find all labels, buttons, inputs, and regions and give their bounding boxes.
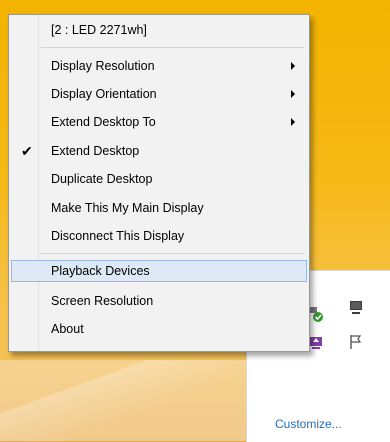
wallpaper-stripe bbox=[0, 360, 260, 441]
menu-item-label: About bbox=[51, 322, 84, 336]
menu-item-playback-devices[interactable]: Playback Devices bbox=[11, 260, 307, 282]
menu-item-label: Make This My Main Display bbox=[51, 201, 204, 215]
menu-item-screen-resolution[interactable]: Screen Resolution bbox=[11, 290, 307, 312]
menu-item-extend-desktop[interactable]: ✔ Extend Desktop bbox=[11, 140, 307, 162]
menu-item-disconnect-display[interactable]: Disconnect This Display bbox=[11, 225, 307, 247]
flag-icon[interactable] bbox=[347, 333, 365, 351]
menu-item-make-main-display[interactable]: Make This My Main Display bbox=[11, 197, 307, 219]
menu-item-display-resolution[interactable]: Display Resolution bbox=[11, 55, 307, 77]
customize-link[interactable]: Customize... bbox=[275, 417, 342, 431]
menu-item-label: Extend Desktop To bbox=[51, 115, 156, 129]
checkmark-icon: ✔ bbox=[21, 143, 33, 159]
menu-item-duplicate-desktop[interactable]: Duplicate Desktop bbox=[11, 168, 307, 190]
display-icon[interactable] bbox=[347, 299, 365, 317]
menu-item-about[interactable]: About bbox=[11, 318, 307, 340]
context-menu: [2 : LED 2271wh] Display Resolution Disp… bbox=[8, 14, 310, 352]
menu-item-label: Extend Desktop bbox=[51, 144, 140, 158]
menu-item-label: Playback Devices bbox=[51, 264, 150, 278]
submenu-arrow-icon bbox=[291, 118, 295, 126]
display-name-label: [2 : LED 2271wh] bbox=[51, 23, 147, 37]
menu-item-label: Duplicate Desktop bbox=[51, 172, 153, 186]
menu-separator bbox=[41, 253, 305, 254]
menu-item-display-orientation[interactable]: Display Orientation bbox=[11, 83, 307, 105]
menu-item-label: Disconnect This Display bbox=[51, 229, 185, 243]
menu-header-display: [2 : LED 2271wh] bbox=[11, 19, 307, 41]
menu-item-label: Screen Resolution bbox=[51, 294, 154, 308]
menu-item-extend-desktop-to[interactable]: Extend Desktop To bbox=[11, 111, 307, 133]
submenu-arrow-icon bbox=[291, 90, 295, 98]
submenu-arrow-icon bbox=[291, 62, 295, 70]
menu-item-label: Display Resolution bbox=[51, 59, 155, 73]
menu-separator bbox=[41, 47, 305, 48]
menu-item-label: Display Orientation bbox=[51, 87, 157, 101]
